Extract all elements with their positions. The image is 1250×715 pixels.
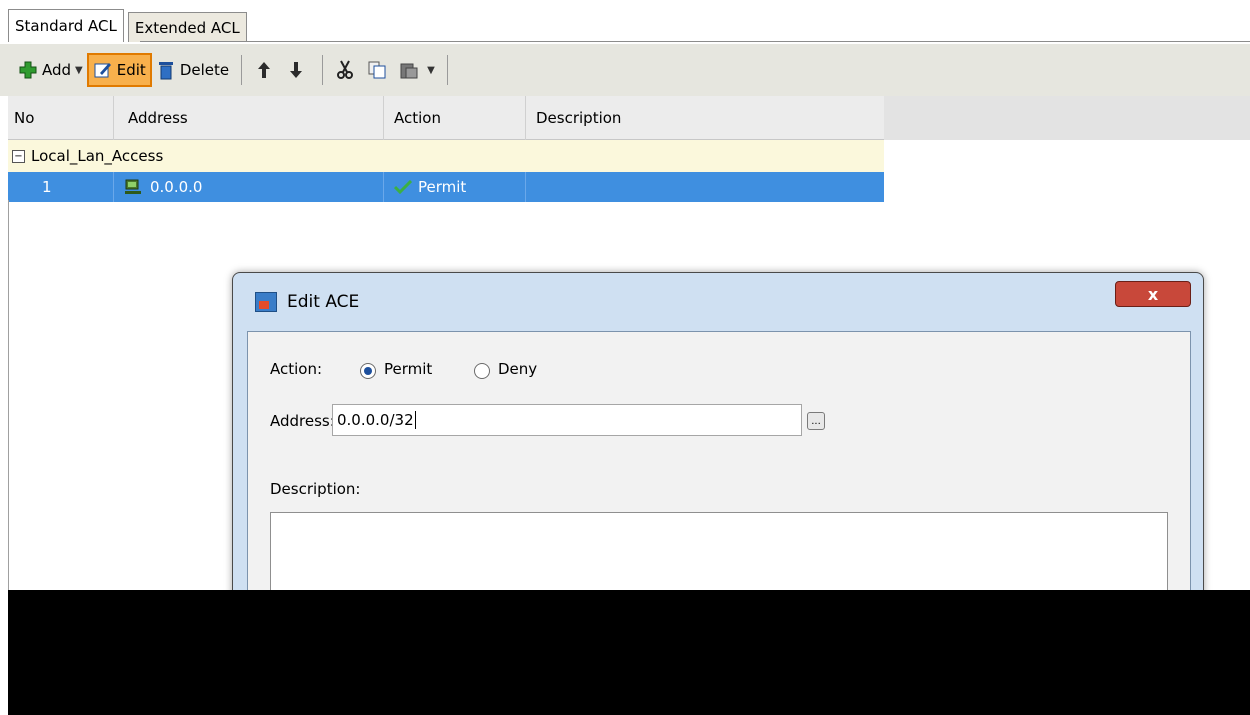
chevron-down-icon[interactable]: ▼ <box>75 65 83 76</box>
group-row[interactable]: − Local_Lan_Access <box>8 140 884 172</box>
tab-divider <box>140 41 1250 42</box>
permit-radio[interactable] <box>360 363 376 379</box>
address-input[interactable]: 0.0.0.0/32 <box>332 404 802 436</box>
description-label: Description: <box>270 480 361 498</box>
copy-icon <box>367 60 387 80</box>
move-down-button[interactable] <box>282 53 314 87</box>
column-header-address[interactable]: Address <box>114 96 384 140</box>
delete-label: Delete <box>179 61 230 79</box>
group-name: Local_Lan_Access <box>31 147 164 165</box>
edit-icon <box>93 60 113 80</box>
close-button[interactable]: x <box>1115 281 1191 307</box>
arrow-up-icon <box>254 60 274 80</box>
edit-button[interactable]: Edit <box>86 53 152 87</box>
arrow-down-icon <box>286 60 306 80</box>
acl-table: No Address Action Description − Local_La… <box>8 96 884 202</box>
row-no: 1 <box>8 172 114 202</box>
row-action: Permit <box>418 178 467 196</box>
ellipsis-icon: ... <box>811 415 821 427</box>
toolbar: Add ▼ Edit Delete ▼ <box>0 44 1250 96</box>
header-filler <box>884 96 1250 140</box>
app-icon <box>255 292 277 312</box>
collapse-icon[interactable]: − <box>12 149 25 163</box>
copy-button[interactable] <box>363 53 395 87</box>
network-object-icon <box>124 179 142 195</box>
row-address-cell: 0.0.0.0 <box>114 172 384 202</box>
delete-button[interactable]: Delete <box>152 53 233 87</box>
table-header: No Address Action Description <box>8 96 884 140</box>
column-header-no[interactable]: No <box>8 96 114 140</box>
plus-icon <box>18 60 38 80</box>
deny-radio-label[interactable]: Deny <box>498 360 537 378</box>
dialog-title-bar[interactable]: Edit ACE x <box>233 273 1203 331</box>
tab-standard-acl[interactable]: Standard ACL <box>8 9 124 42</box>
action-label: Action: <box>270 360 323 378</box>
row-action-cell: Permit <box>384 172 526 202</box>
panel-border <box>8 200 9 600</box>
deny-radio[interactable] <box>474 363 490 379</box>
trash-icon <box>156 60 176 80</box>
toolbar-separator <box>322 55 324 85</box>
row-address: 0.0.0.0 <box>150 178 203 196</box>
toolbar-separator <box>446 55 448 85</box>
move-up-button[interactable] <box>250 53 282 87</box>
description-textarea[interactable] <box>270 512 1168 601</box>
column-header-description[interactable]: Description <box>526 96 884 140</box>
tab-extended-acl[interactable]: Extended ACL <box>127 12 247 42</box>
redacted-area <box>8 590 1250 715</box>
edit-label: Edit <box>116 61 146 79</box>
close-icon: x <box>1147 284 1159 304</box>
toolbar-separator <box>241 55 243 85</box>
browse-button[interactable]: ... <box>807 412 825 430</box>
cut-button[interactable] <box>331 53 363 87</box>
table-row[interactable]: 1 0.0.0.0 Permit <box>8 172 884 202</box>
paste-button[interactable]: ▼ <box>395 53 439 87</box>
row-description <box>526 172 884 202</box>
scissors-icon <box>335 60 355 80</box>
paste-icon <box>399 60 419 80</box>
dialog-title: Edit ACE <box>287 292 360 312</box>
add-label: Add <box>42 61 72 79</box>
chevron-down-icon[interactable]: ▼ <box>427 65 435 76</box>
column-header-action[interactable]: Action <box>384 96 526 140</box>
acl-tabs: Standard ACL Extended ACL <box>8 8 251 42</box>
permit-radio-label[interactable]: Permit <box>384 360 432 378</box>
dialog-body: Action: Permit Deny Address: 0.0.0.0/32 … <box>247 331 1191 601</box>
text-cursor <box>414 411 416 429</box>
edit-ace-dialog: Edit ACE x Action: Permit Deny Address: … <box>232 272 1204 602</box>
address-label: Address: <box>270 412 335 430</box>
address-value: 0.0.0.0/32 <box>337 411 414 429</box>
checkmark-icon <box>394 180 412 194</box>
add-button[interactable]: Add ▼ <box>14 53 87 87</box>
